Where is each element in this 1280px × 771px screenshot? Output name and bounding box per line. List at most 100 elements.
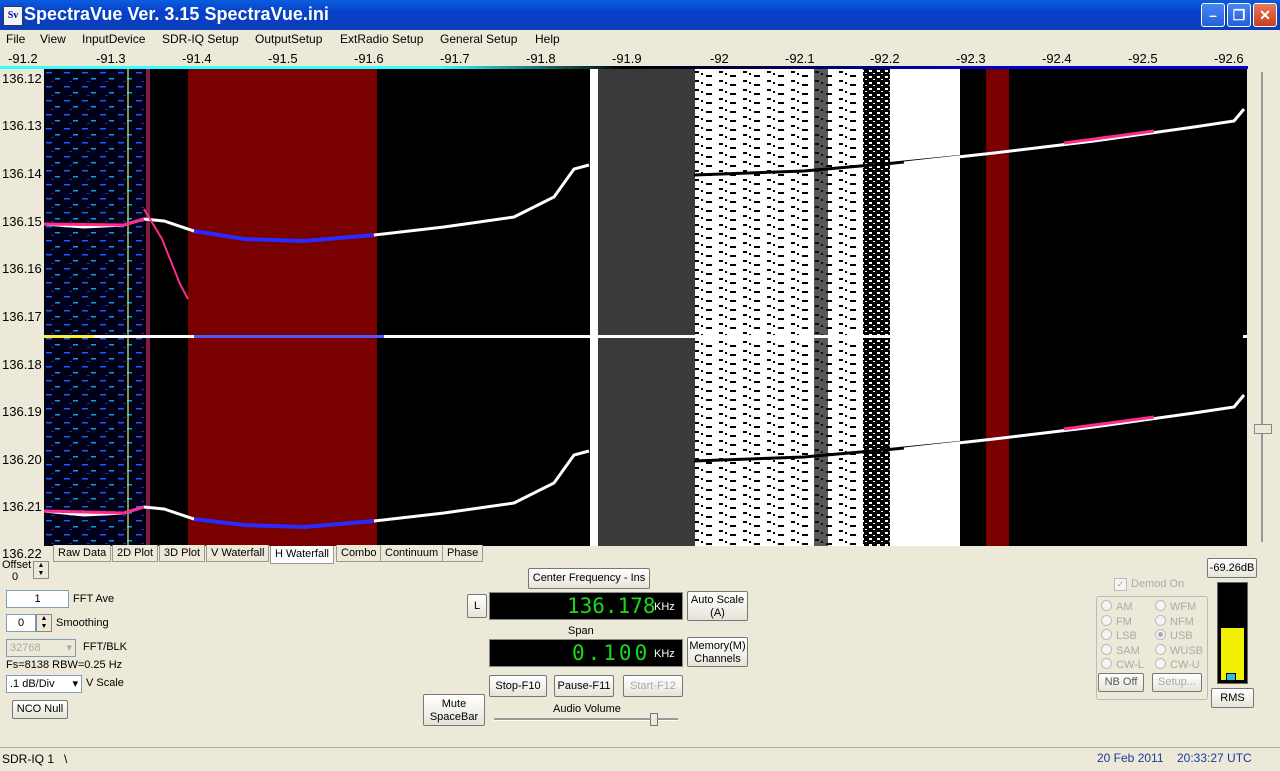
vertical-scroll-track[interactable] xyxy=(1261,72,1263,542)
menu-input-device[interactable]: InputDevice xyxy=(82,32,145,46)
radio-dot xyxy=(1101,629,1112,640)
freq-tick: -92.1 xyxy=(785,51,815,66)
audio-volume-thumb[interactable] xyxy=(650,713,658,726)
offset-spinner[interactable]: ▲ ▼ xyxy=(33,561,49,579)
smoothing-input[interactable]: 0 xyxy=(6,614,36,632)
rms-button[interactable]: RMS xyxy=(1211,688,1254,708)
menu-output-setup[interactable]: OutputSetup xyxy=(255,32,322,46)
close-icon: ✕ xyxy=(1259,7,1271,23)
tab-raw-data[interactable]: Raw Data xyxy=(53,545,112,562)
mode-sam-radio[interactable]: SAM xyxy=(1101,644,1140,657)
freq-tick: -92.5 xyxy=(1128,51,1158,66)
vertical-scroll-thumb[interactable] xyxy=(1254,424,1272,434)
radio-dot xyxy=(1155,658,1166,669)
time-tick: 136.15 xyxy=(2,214,42,229)
center-frequency-display[interactable]: 136.178 KHz xyxy=(489,592,683,620)
mode-label: SAM xyxy=(1116,645,1140,657)
signal-level-readout[interactable]: -69.26dB xyxy=(1207,558,1257,578)
mute-button[interactable]: Mute SpaceBar xyxy=(423,694,485,726)
restore-icon: ❐ xyxy=(1232,7,1246,23)
menu-sdr-iq-setup[interactable]: SDR-IQ Setup xyxy=(162,32,239,46)
radio-dot xyxy=(1101,644,1112,655)
time-tick: 136.21 xyxy=(2,499,42,514)
mode-wusb-radio[interactable]: WUSB xyxy=(1155,644,1203,657)
app-icon: Sv xyxy=(3,6,23,26)
time-tick: 136.18 xyxy=(2,357,42,372)
demod-setup-button[interactable]: Setup... xyxy=(1152,673,1202,692)
freq-tick: -92.4 xyxy=(1042,51,1072,66)
radio-dot xyxy=(1155,615,1166,626)
mute-line1: Mute xyxy=(441,698,467,710)
mode-fm-radio[interactable]: FM xyxy=(1101,615,1132,628)
tab-3d-plot[interactable]: 3D Plot xyxy=(159,545,206,562)
auto-scale-button[interactable]: Auto Scale (A) xyxy=(687,591,748,621)
mode-label: LSB xyxy=(1116,630,1137,642)
time-tick: 136.12 xyxy=(2,71,42,86)
menu-general-setup[interactable]: General Setup xyxy=(440,32,517,46)
tab-phase[interactable]: Phase xyxy=(442,545,484,562)
nco-null-button[interactable]: NCO Null xyxy=(12,700,68,719)
radio-dot xyxy=(1155,600,1166,611)
offset-value: 0 xyxy=(12,571,19,583)
tab-combo[interactable]: Combo xyxy=(336,545,382,562)
mode-lsb-radio[interactable]: LSB xyxy=(1101,629,1137,642)
freq-tick: -92.3 xyxy=(956,51,986,66)
mode-am-radio[interactable]: AM xyxy=(1101,600,1133,613)
fft-blk-value: 32768 xyxy=(10,642,41,654)
status-device: SDR-IQ 1 xyxy=(2,752,55,766)
tab-2d-plot[interactable]: 2D Plot xyxy=(112,545,159,562)
maximize-button[interactable]: ❐ xyxy=(1227,3,1251,27)
sample-rate-text: Fs=8138 RBW=0.25 Hz xyxy=(6,659,123,671)
smoothing-spinner[interactable]: ▲ ▼ xyxy=(36,614,52,632)
stop-button[interactable]: Stop-F10 xyxy=(489,675,547,697)
freq-tick: -92 xyxy=(710,51,729,66)
pause-button[interactable]: Pause-F11 xyxy=(554,675,614,697)
tab-continuum[interactable]: Continuum xyxy=(380,545,444,562)
offset-label: Offset xyxy=(2,559,32,571)
center-frequency-unit: KHz xyxy=(654,601,675,613)
fft-ave-input[interactable]: 1 xyxy=(6,590,69,608)
menu-view[interactable]: View xyxy=(40,32,66,46)
start-button[interactable]: Start-F12 xyxy=(623,675,683,697)
demod-on-checkbox[interactable]: ✓ xyxy=(1114,578,1127,591)
memory-line1: Memory(M) xyxy=(689,640,746,652)
center-frequency-button[interactable]: Center Frequency - Ins xyxy=(528,568,650,589)
smoothing-label: Smoothing xyxy=(56,617,109,629)
span-value: 0.100 xyxy=(572,641,651,665)
demod-on-label: Demod On xyxy=(1131,578,1185,590)
close-button[interactable]: ✕ xyxy=(1253,3,1277,27)
auto-scale-line2: (A) xyxy=(710,607,725,619)
span-display[interactable]: 0.100 KHz xyxy=(489,639,683,667)
menu-help[interactable]: Help xyxy=(535,32,560,46)
mode-cwl-radio[interactable]: CW-L xyxy=(1101,658,1144,671)
waterfall-graphic xyxy=(44,69,1247,546)
mode-label: CW-U xyxy=(1170,659,1200,671)
menu-file[interactable]: File xyxy=(6,32,25,46)
mode-usb-radio[interactable]: USB xyxy=(1155,629,1193,642)
title-bar[interactable]: Sv SpectraVue Ver. 3.15 SpectraVue.ini –… xyxy=(0,0,1280,30)
menu-extradio-setup[interactable]: ExtRadio Setup xyxy=(340,32,423,46)
mode-label: AM xyxy=(1116,601,1133,613)
minimize-button[interactable]: – xyxy=(1201,3,1225,27)
tab-h-waterfall[interactable]: H Waterfall xyxy=(270,546,334,564)
vscale-select[interactable]: .1 dB/Div ▾ xyxy=(6,675,82,693)
waterfall-display[interactable] xyxy=(44,69,1247,546)
mode-wfm-radio[interactable]: WFM xyxy=(1155,600,1196,613)
tab-v-waterfall[interactable]: V Waterfall xyxy=(206,545,270,562)
time-tick: 136.13 xyxy=(2,118,42,133)
freq-tick: -91.8 xyxy=(526,51,556,66)
lock-button[interactable]: L xyxy=(467,594,487,618)
freq-tick: -91.4 xyxy=(182,51,212,66)
nb-off-button[interactable]: NB Off xyxy=(1098,673,1144,692)
status-bar: SDR-IQ 1 \ 20 Feb 2011 20:33:27 UTC xyxy=(0,747,1280,771)
auto-scale-line1: Auto Scale xyxy=(690,594,745,606)
fft-blk-select[interactable]: 32768 ▾ xyxy=(6,639,76,657)
signal-peak-marker xyxy=(1226,673,1236,681)
radio-dot xyxy=(1155,644,1166,655)
span-label: Span xyxy=(568,625,594,637)
memory-channels-button[interactable]: Memory(M) Channels xyxy=(687,637,748,667)
mode-cwu-radio[interactable]: CW-U xyxy=(1155,658,1200,671)
mode-nfm-radio[interactable]: NFM xyxy=(1155,615,1194,628)
radio-dot xyxy=(1101,600,1112,611)
center-frequency-value: 136.178 xyxy=(567,594,656,618)
